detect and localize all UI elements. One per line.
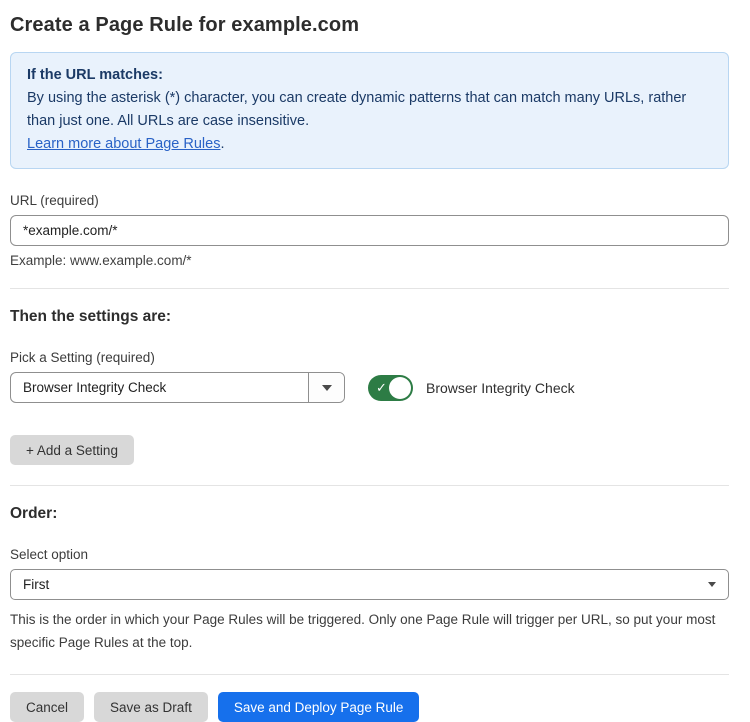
divider-settings-order (10, 485, 729, 486)
info-box-link-line: Learn more about Page Rules. (27, 133, 712, 156)
chevron-down-icon (708, 582, 716, 587)
setting-row: Browser Integrity Check ✓ Browser Integr… (10, 372, 729, 403)
add-setting-button[interactable]: + Add a Setting (10, 435, 134, 465)
order-select-label: Select option (10, 547, 729, 562)
link-suffix: . (220, 136, 224, 152)
chevron-down-icon (322, 385, 332, 391)
divider-footer (10, 674, 729, 675)
url-example-hint: Example: www.example.com/* (10, 253, 729, 268)
order-select[interactable]: First (10, 569, 729, 600)
toggle-knob (389, 377, 411, 399)
divider-url-settings (10, 288, 729, 289)
order-section-heading: Order: (10, 505, 729, 523)
page-title: Create a Page Rule for example.com (10, 14, 729, 37)
url-input[interactable] (10, 215, 729, 246)
url-match-info-box: If the URL matches: By using the asteris… (10, 52, 729, 169)
cancel-button[interactable]: Cancel (10, 692, 84, 722)
info-box-body: By using the asterisk (*) character, you… (27, 87, 712, 133)
toggle-label: Browser Integrity Check (426, 380, 575, 396)
setting-dropdown-arrow-button[interactable] (308, 373, 344, 402)
settings-section-heading: Then the settings are: (10, 308, 729, 326)
setting-dropdown[interactable]: Browser Integrity Check (10, 372, 345, 403)
order-hint: This is the order in which your Page Rul… (10, 608, 729, 654)
footer-actions: Cancel Save as Draft Save and Deploy Pag… (10, 692, 729, 722)
learn-more-link[interactable]: Learn more about Page Rules (27, 136, 220, 152)
save-deploy-button[interactable]: Save and Deploy Page Rule (218, 692, 420, 722)
check-icon: ✓ (376, 381, 387, 394)
url-field-label: URL (required) (10, 193, 729, 208)
save-draft-button[interactable]: Save as Draft (94, 692, 208, 722)
browser-integrity-toggle[interactable]: ✓ (368, 375, 413, 401)
pick-setting-label: Pick a Setting (required) (10, 350, 729, 365)
order-select-value: First (23, 577, 708, 592)
create-page-rule-panel: Create a Page Rule for example.com If th… (0, 0, 750, 722)
setting-dropdown-value: Browser Integrity Check (11, 373, 308, 402)
info-box-heading: If the URL matches: (27, 64, 712, 87)
